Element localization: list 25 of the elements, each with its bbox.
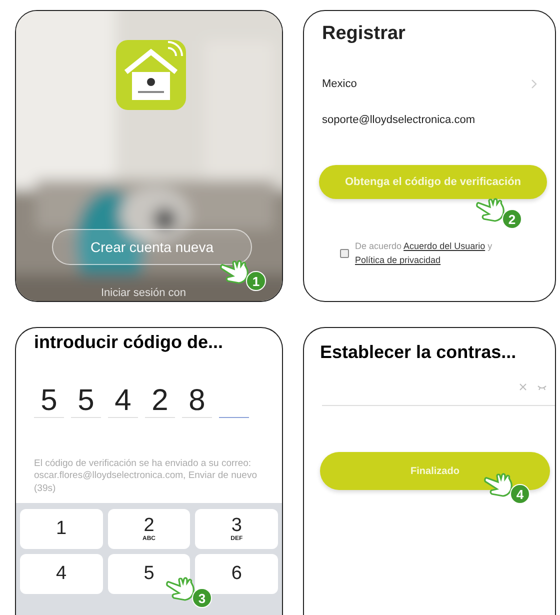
code-digit-slot: 4 [108,385,138,418]
code-digit-slot: 5 [34,385,64,418]
screen-title: Establecer la contras... [320,342,518,363]
country-selector[interactable]: Mexico [322,63,537,105]
keypad-key[interactable]: 4 [20,554,103,594]
checkbox-icon[interactable] [340,248,349,258]
login-with-text: Iniciar sesión con [101,287,186,299]
privacy-policy-link[interactable]: Política de privacidad [355,255,441,266]
step-badge: 4 [510,484,530,504]
verification-message: El código de verificación se ha enviado a su correo: oscar.flores@lloydselectronica.com, Enviar de nuevo (39s) [34,458,258,496]
code-digit-slot: 2 [145,385,175,418]
app-logo-icon [116,38,186,110]
code-digit-slot: 5 [71,385,101,418]
email-field[interactable]: soporte@lloydselectronica.com [322,105,537,135]
screen-title: introducir código de... [34,332,224,353]
keypad-key[interactable]: 1 [20,509,103,550]
agreement-text: De acuerdo Acuerdo del Usuario y Política de privacidad [355,240,494,268]
user-agreement-link[interactable]: Acuerdo del Usuario [404,241,486,251]
clear-icon[interactable] [519,383,527,391]
chevron-right-icon [531,79,537,89]
screen-title: Registrar [322,23,406,45]
keypad-key[interactable]: 6 [195,554,278,594]
step-badge: 2 [502,209,522,229]
eye-closed-icon[interactable] [537,384,547,390]
code-digit-slot: 8 [182,385,212,418]
